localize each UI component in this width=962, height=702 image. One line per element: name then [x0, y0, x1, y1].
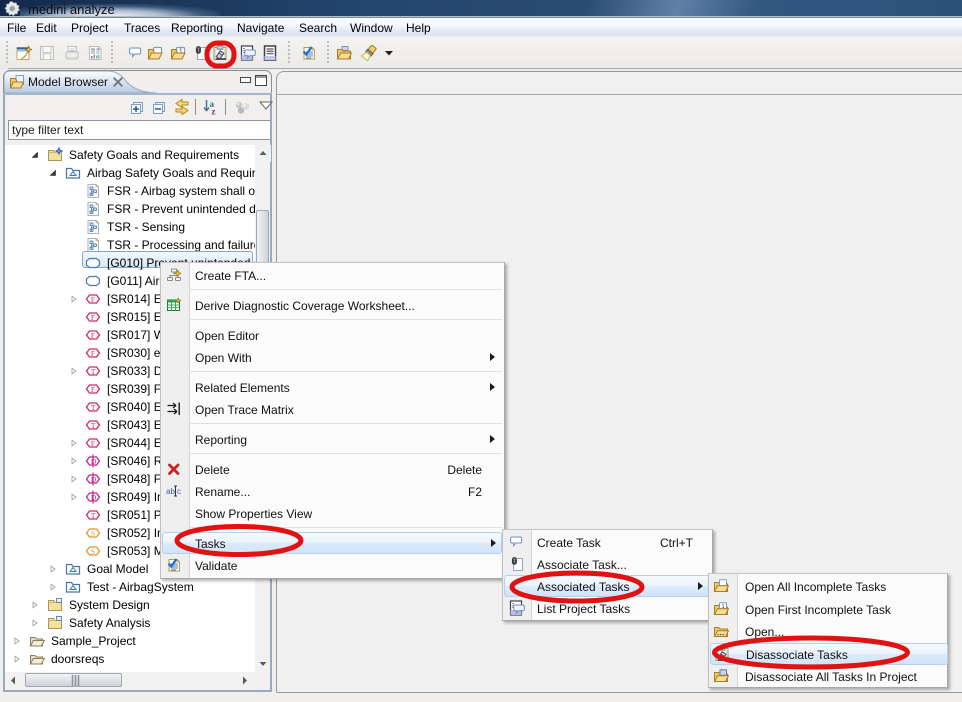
svg-text:z: z: [212, 107, 216, 117]
